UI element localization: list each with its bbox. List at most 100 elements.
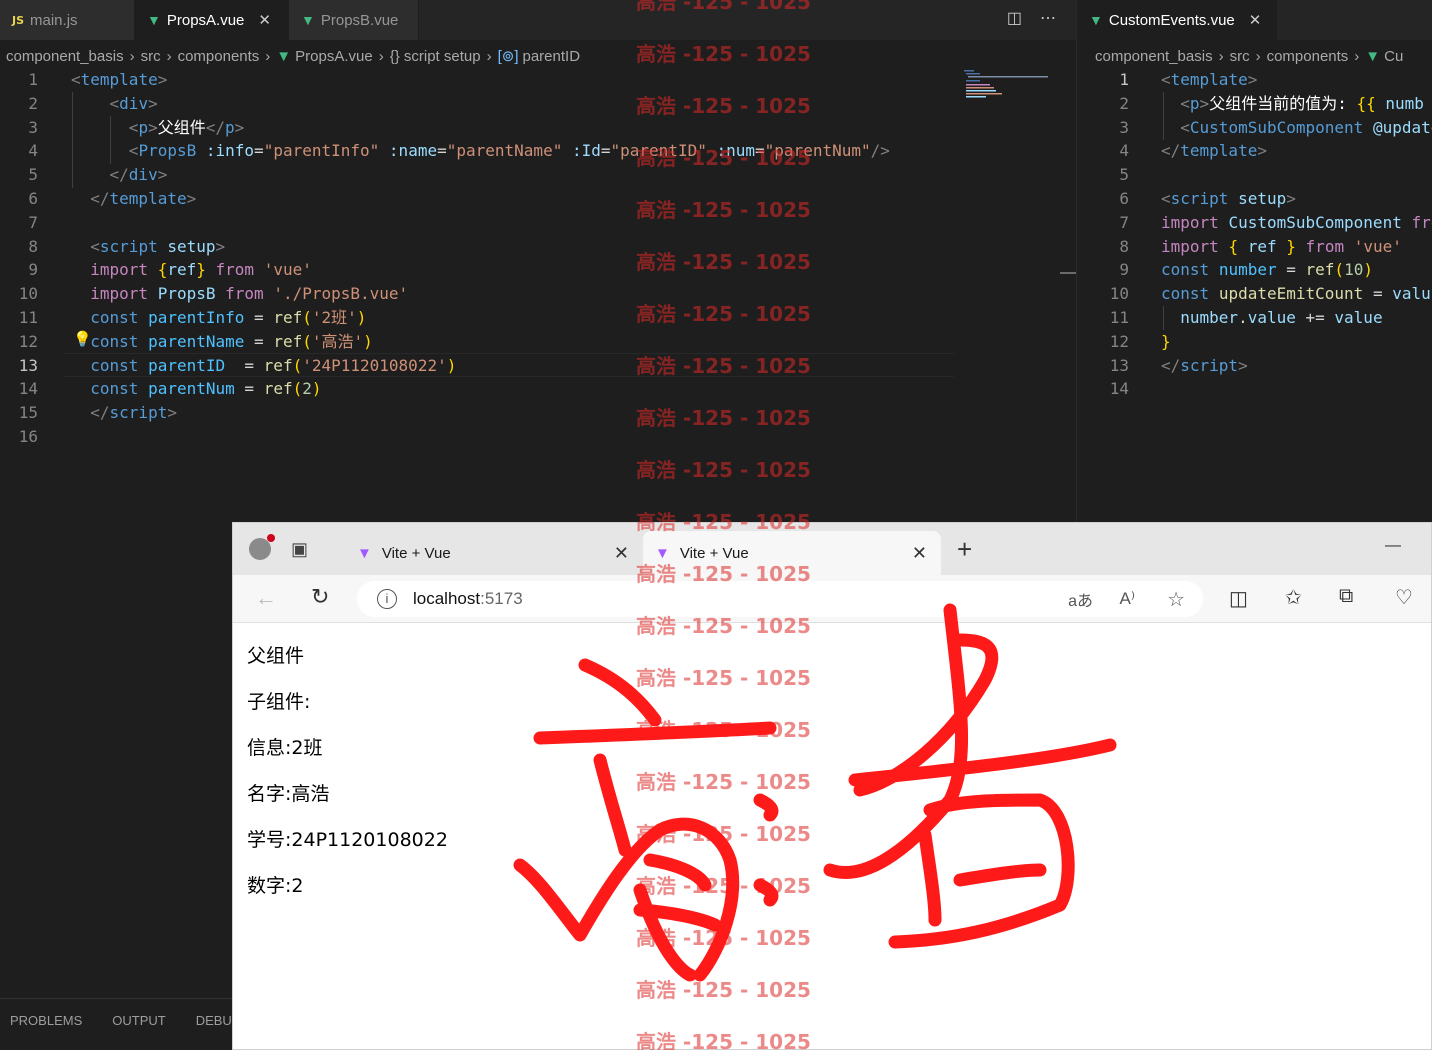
line-number: 13 bbox=[1109, 355, 1129, 375]
vue-icon: ▼ bbox=[301, 12, 315, 28]
code-line[interactable]: 10 import PropsB from './PropsB.vue' bbox=[0, 282, 1076, 306]
code-text: <script setup> bbox=[90, 236, 226, 256]
breadcrumb-item[interactable]: {} script setup bbox=[390, 48, 481, 65]
code-line[interactable]: 2 <div> bbox=[0, 92, 1076, 116]
code-line[interactable]: 8 <script setup> bbox=[0, 235, 1076, 259]
code-line[interactable]: 3 <CustomSubComponent @update bbox=[1077, 116, 1432, 140]
tab-problems[interactable]: PROBLEMS bbox=[10, 1013, 82, 1036]
tab-propsa-vue[interactable]: ▼ PropsA.vue ✕ bbox=[135, 0, 289, 40]
favorite-star-icon[interactable]: ☆ bbox=[1167, 587, 1185, 612]
url-text: localhost:5173 bbox=[413, 589, 523, 608]
tab-customevents-vue[interactable]: ▼ CustomEvents.vue ✕ bbox=[1077, 0, 1277, 40]
code-line[interactable]: 4 </template> bbox=[1077, 139, 1432, 163]
more-actions-icon[interactable]: ⋯ bbox=[1040, 8, 1056, 28]
split-screen-icon[interactable]: ◫ bbox=[1229, 586, 1248, 611]
line-number: 10 bbox=[1109, 284, 1129, 304]
code-line[interactable]: 8 import { ref } from 'vue' bbox=[1077, 235, 1432, 259]
breadcrumb-item[interactable]: components bbox=[178, 48, 260, 65]
right-tabbar: ▼ CustomEvents.vue ✕ bbox=[1077, 0, 1432, 40]
line-number: 2 bbox=[28, 93, 38, 113]
code-line[interactable]: 15 </script> bbox=[0, 401, 1076, 425]
code-line[interactable]: 4 <PropsB :info="parentInfo" :name="pare… bbox=[0, 139, 1076, 163]
code-line[interactable]: 3 <p>父组件</p> bbox=[0, 116, 1076, 140]
code-line[interactable]: 13 const parentID = ref('24P1120108022') bbox=[0, 354, 1076, 378]
breadcrumb-item[interactable]: PropsA.vue bbox=[295, 48, 373, 65]
breadcrumb-item[interactable]: component_basis bbox=[6, 48, 124, 65]
code-line[interactable]: 16 bbox=[0, 425, 1076, 449]
browser-tabstrip: ▣ ▼ Vite + Vue ✕ ▼ Vite + Vue ✕ + — bbox=[233, 523, 1431, 575]
minimize-icon[interactable]: — bbox=[1385, 537, 1401, 555]
code-line[interactable]: 7 bbox=[0, 211, 1076, 235]
refresh-icon[interactable]: ↻ bbox=[311, 584, 329, 610]
line-number: 7 bbox=[1119, 212, 1129, 232]
profile-avatar-icon[interactable] bbox=[249, 534, 275, 560]
code-area[interactable]: 1 <template> 2 <p>父组件当前的值为: {{ numb 3 <Cust… bbox=[1077, 68, 1432, 401]
code-line[interactable]: 1 <template> bbox=[1077, 68, 1432, 92]
line-number: 7 bbox=[28, 212, 38, 232]
close-icon[interactable]: ✕ bbox=[258, 11, 271, 29]
code-line[interactable]: 5 bbox=[1077, 163, 1432, 187]
code-line[interactable]: 12} bbox=[1077, 330, 1432, 354]
code-line[interactable]: 1 <template> bbox=[0, 68, 1076, 92]
breadcrumb-item[interactable]: src bbox=[141, 48, 161, 65]
split-editor-icon[interactable]: ◫ bbox=[1007, 8, 1022, 28]
line-number: 14 bbox=[18, 379, 38, 399]
tab-actions-icon[interactable]: ▣ bbox=[291, 539, 308, 560]
code-text: </script> bbox=[1161, 355, 1248, 375]
breadcrumb-item[interactable]: parentID bbox=[523, 48, 581, 65]
code-line[interactable]: 7 import CustomSubComponent fro bbox=[1077, 211, 1432, 235]
back-icon[interactable]: ← bbox=[255, 585, 277, 611]
code-line[interactable]: 12 const parentName = ref('高浩') bbox=[0, 330, 1076, 354]
code-text: <CustomSubComponent @update bbox=[1180, 117, 1432, 137]
browser-essentials-icon[interactable]: ♡ bbox=[1395, 585, 1413, 610]
line-number: 8 bbox=[1119, 236, 1129, 256]
line-number: 6 bbox=[28, 188, 38, 208]
breadcrumb-item[interactable]: components bbox=[1267, 48, 1349, 65]
breadcrumb-item[interactable]: Cu bbox=[1384, 48, 1403, 65]
code-line[interactable]: 6 <script setup> bbox=[1077, 187, 1432, 211]
code-text: <template> bbox=[1161, 70, 1258, 89]
close-icon[interactable]: ✕ bbox=[912, 543, 927, 564]
line-number: 1 bbox=[1119, 70, 1129, 89]
scrollbar-indicator[interactable] bbox=[1060, 272, 1076, 274]
url-bar[interactable]: i localhost:5173 aあ A⁾ ☆ bbox=[357, 581, 1203, 617]
vue-icon: ▼ bbox=[276, 47, 292, 65]
code-line[interactable]: 11 number.value += value bbox=[1077, 306, 1432, 330]
code-line[interactable]: 14 bbox=[1077, 377, 1432, 401]
address-bar-row: ← ↻ i localhost:5173 aあ A⁾ ☆ ◫ ✩ ⧉ ♡ bbox=[233, 575, 1431, 623]
favorites-icon[interactable]: ✩ bbox=[1285, 585, 1302, 610]
code-text: import CustomSubComponent fro bbox=[1161, 212, 1432, 232]
code-line[interactable]: 2 <p>父组件当前的值为: {{ numb bbox=[1077, 92, 1432, 116]
code-line[interactable]: 6 </template> bbox=[0, 187, 1076, 211]
code-line[interactable]: 10 const updateEmitCount = valu bbox=[1077, 282, 1432, 306]
info-icon[interactable]: i bbox=[377, 589, 397, 609]
student-id-line: 学号:24P1120108022 bbox=[247, 829, 448, 851]
close-icon[interactable]: ✕ bbox=[1249, 11, 1262, 29]
browser-tab-active[interactable]: ▼ Vite + Vue ✕ bbox=[643, 531, 941, 575]
tab-output[interactable]: OUTPUT bbox=[112, 1013, 165, 1036]
line-number: 4 bbox=[28, 141, 38, 161]
breadcrumb-item[interactable]: src bbox=[1230, 48, 1250, 65]
code-text: </template> bbox=[1161, 141, 1267, 161]
breadcrumb-item[interactable]: component_basis bbox=[1095, 48, 1213, 65]
vite-logo-icon: ▼ bbox=[357, 544, 372, 562]
code-line[interactable]: 9 import {ref} from 'vue' bbox=[0, 258, 1076, 282]
lightbulb-icon[interactable]: 💡 bbox=[73, 330, 92, 348]
code-line[interactable]: 13 </script> bbox=[1077, 354, 1432, 378]
code-line[interactable]: 9 const number = ref(10) bbox=[1077, 258, 1432, 282]
read-aloud-icon[interactable]: A⁾ bbox=[1119, 589, 1135, 609]
code-line[interactable]: 5 </div> bbox=[0, 163, 1076, 187]
tab-propsb-vue[interactable]: ▼ PropsB.vue bbox=[289, 0, 419, 40]
tab-main-js[interactable]: JS main.js bbox=[0, 0, 135, 40]
close-icon[interactable]: ✕ bbox=[614, 543, 629, 564]
browser-tab[interactable]: ▼ Vite + Vue ✕ bbox=[345, 531, 643, 575]
read-aloud-lang-icon[interactable]: aあ bbox=[1068, 587, 1093, 611]
collections-icon[interactable]: ⧉ bbox=[1339, 585, 1353, 608]
minimap[interactable] bbox=[962, 68, 1052, 102]
code-line[interactable]: 11 const parentInfo = ref('2班') bbox=[0, 306, 1076, 330]
browser-window: ▣ ▼ Vite + Vue ✕ ▼ Vite + Vue ✕ + — ← ↻ … bbox=[232, 522, 1432, 1050]
info-line: 信息:2班 bbox=[247, 737, 323, 759]
code-area[interactable]: 1 <template> 2 <div> 3 <p>父组件</p> 4 <PropsB … bbox=[0, 68, 1076, 449]
new-tab-icon[interactable]: + bbox=[941, 523, 972, 575]
code-line[interactable]: 14 const parentNum = ref(2) bbox=[0, 377, 1076, 401]
